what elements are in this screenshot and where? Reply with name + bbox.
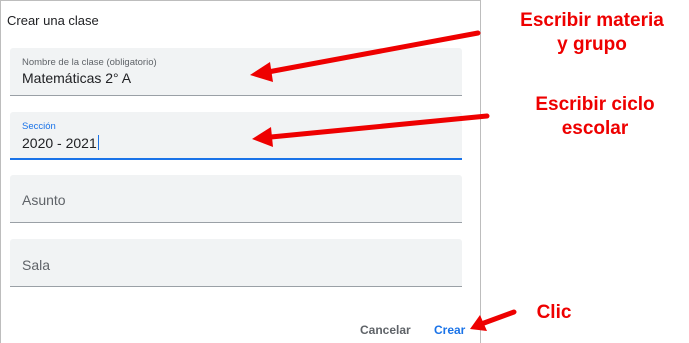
subject-field[interactable]: Asunto [10,175,462,223]
annotation-click: Clic [529,301,579,325]
dialog-title: Crear una clase [7,13,99,28]
section-value: 2020 - 2021 [22,135,97,151]
annotation-subject-line2: y grupo [557,34,627,55]
annotation-school-cycle: Escribir ciclo escolar [510,93,680,141]
text-caret [97,135,99,150]
create-button[interactable]: Crear [434,323,465,337]
subject-placeholder: Asunto [22,192,66,208]
cancel-button[interactable]: Cancelar [360,323,411,337]
room-field[interactable]: Sala [10,239,462,287]
section-label: Sección [22,121,56,132]
annotation-cycle-line2: escolar [561,118,629,139]
class-name-label: Nombre de la clase (obligatorio) [22,57,157,68]
annotation-subject-line1: Escribir materia [520,10,664,31]
class-name-field[interactable]: Nombre de la clase (obligatorio) Matemát… [10,48,462,96]
section-field[interactable]: Sección 2020 - 2021 [10,112,462,160]
annotation-subject-group: Escribir materia y grupo [497,9,687,57]
room-placeholder: Sala [22,257,51,273]
class-name-value[interactable]: Matemáticas 2° A [22,70,131,86]
annotation-cycle-line1: Escribir ciclo [535,94,655,115]
create-class-dialog: Crear una clase Nombre de la clase (obli… [0,0,481,343]
annotation-click-text: Clic [536,302,572,323]
section-value-wrapper[interactable]: 2020 - 2021 [22,135,99,151]
